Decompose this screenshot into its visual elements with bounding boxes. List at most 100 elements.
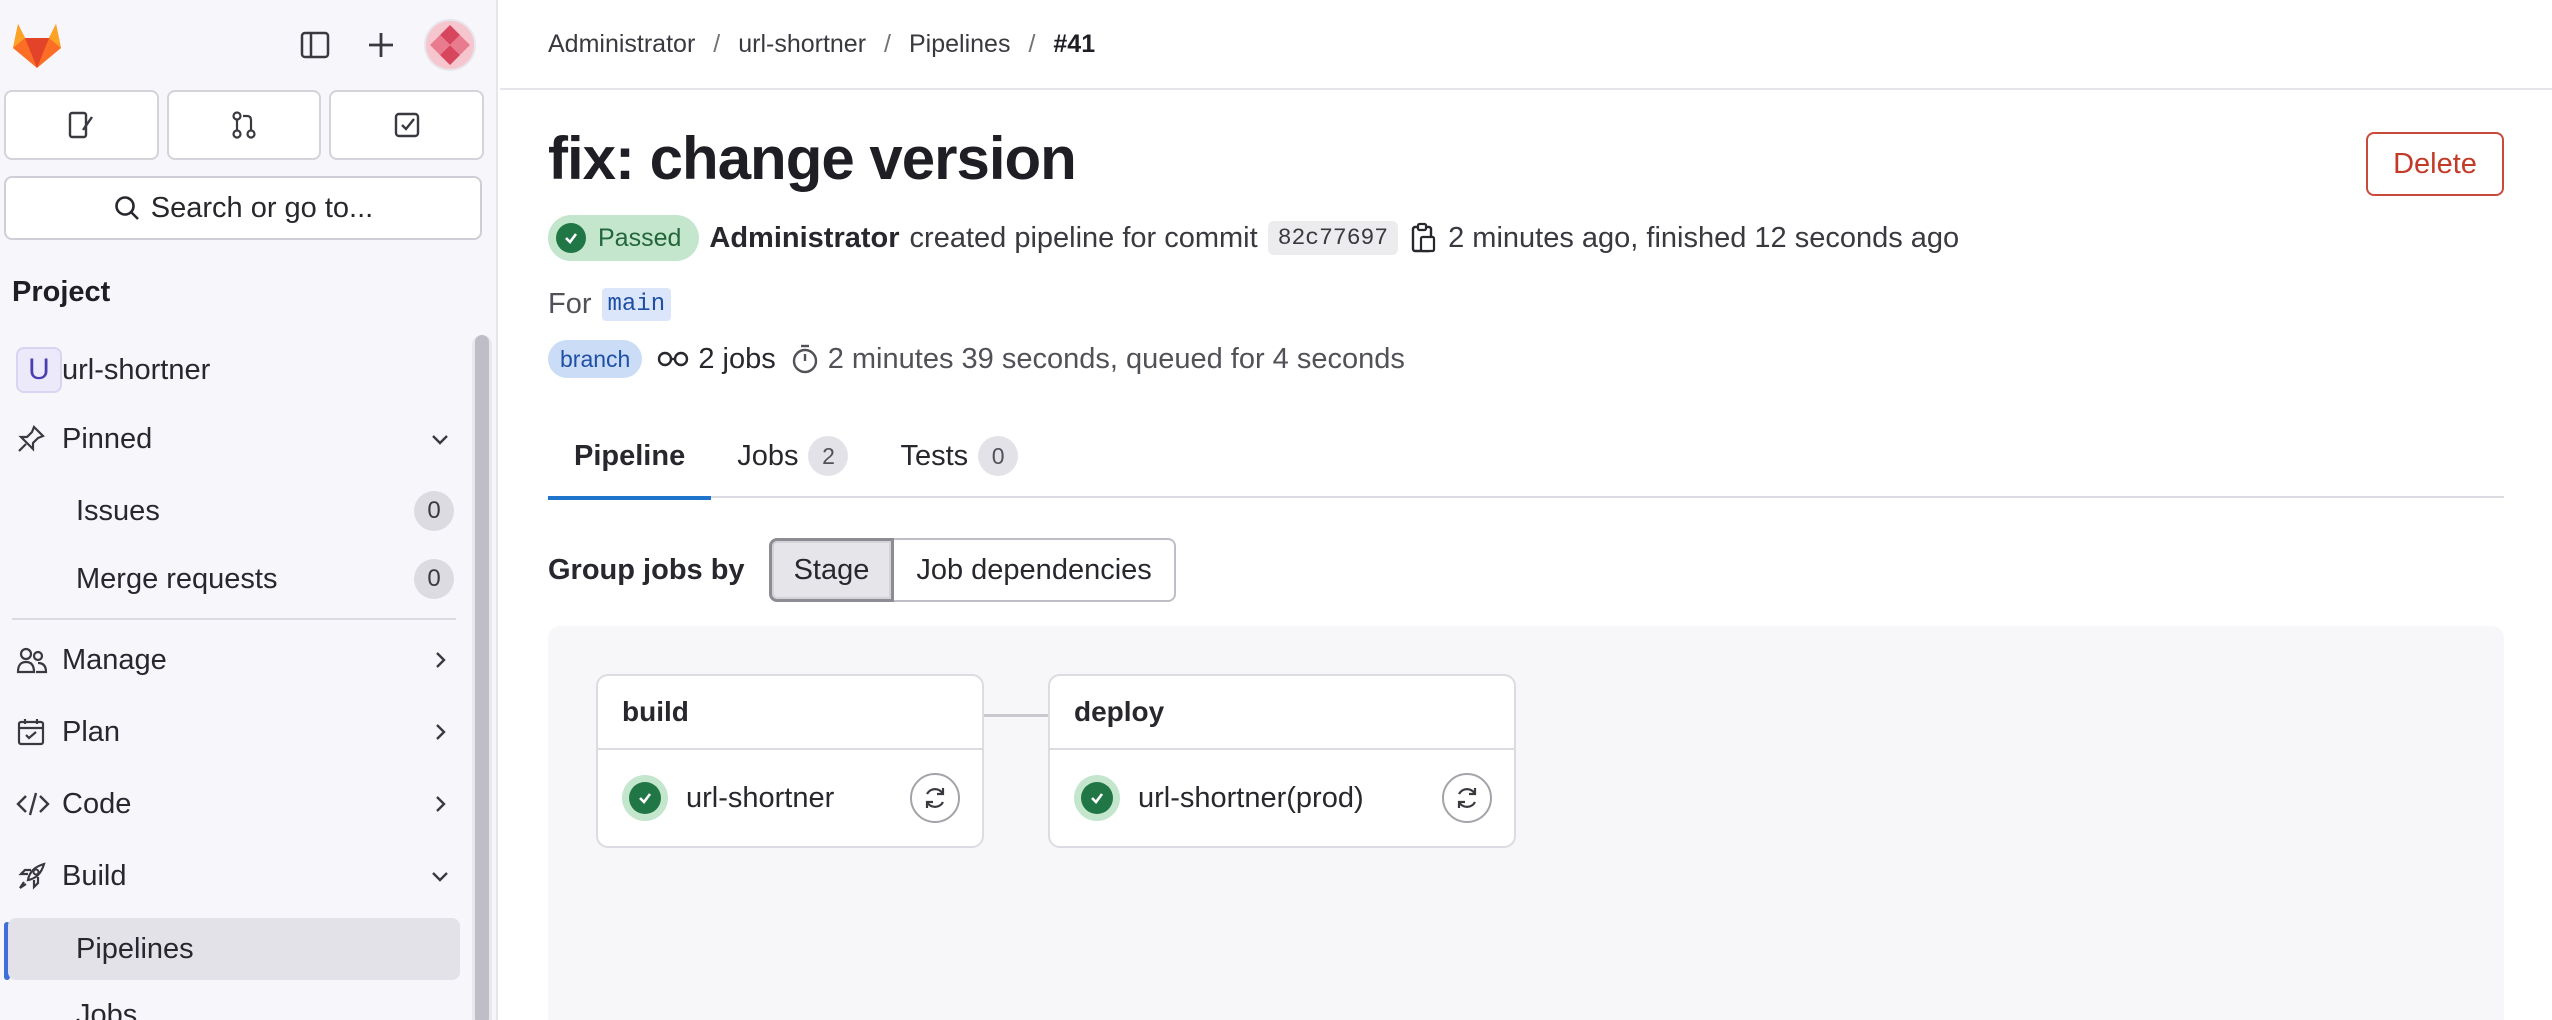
calendar-icon [17, 719, 45, 746]
retry-button[interactable] [910, 773, 960, 823]
sidebar-item-issues[interactable]: Issues 0 [8, 480, 460, 542]
tab-label: Tests [900, 439, 969, 472]
status-badge[interactable]: Passed [548, 215, 700, 261]
pipeline-icon [658, 351, 689, 367]
issues-tab-button[interactable] [4, 90, 159, 160]
todos-tab-button[interactable] [329, 90, 485, 160]
group-by-segmented-control: Stage Job dependencies [768, 538, 1176, 602]
job-item[interactable]: url-shortner(prod) [1050, 750, 1514, 846]
status-text: Passed [598, 223, 682, 252]
sidebar-item-plan[interactable]: Plan [8, 701, 460, 763]
sidebar-item-jobs[interactable]: Jobs [8, 984, 460, 1020]
job-name[interactable]: url-shortner [686, 782, 892, 815]
ref-link[interactable]: main [601, 287, 672, 321]
retry-button[interactable] [1442, 773, 1492, 823]
sidebar-item-label: Pipelines [76, 932, 194, 965]
todo-checkbox-icon [394, 112, 419, 138]
tab-tests[interactable]: Tests 0 [874, 414, 1044, 498]
scrollbar-thumb[interactable] [475, 335, 489, 1020]
stage-build: build url-shortner [596, 674, 984, 848]
stage-title: build [598, 676, 982, 750]
sidebar-item-label: Plan [62, 715, 121, 748]
author-link[interactable]: Administrator [709, 222, 899, 255]
delete-button[interactable]: Delete [2366, 132, 2504, 196]
issues-icon [69, 111, 94, 139]
breadcrumb-current[interactable]: #41 [1053, 30, 1095, 59]
pipeline-info: branch 2 jobs 2 minutes 39 seconds, queu… [548, 338, 1405, 380]
gitlab-logo-icon[interactable] [10, 18, 64, 70]
merge-request-icon [232, 111, 256, 139]
search-icon [114, 196, 139, 220]
sidebar-item-code[interactable]: Code [8, 773, 460, 835]
stage-title: deploy [1050, 676, 1514, 750]
ref-type-badge: branch [548, 340, 643, 378]
sidebar-item-merge-requests[interactable]: Merge requests 0 [8, 548, 460, 610]
breadcrumb-separator: / [713, 29, 721, 58]
plus-icon[interactable] [358, 22, 404, 68]
page-title: fix: change version [548, 125, 1077, 192]
job-status-icon [1074, 775, 1120, 821]
users-icon [16, 647, 48, 674]
sidebar-item-pinned[interactable]: Pinned [8, 408, 460, 470]
jobs-count-text: 2 jobs [698, 342, 776, 375]
search-label: Search or go to... [150, 191, 374, 224]
copy-clipboard-icon[interactable] [1408, 222, 1438, 254]
section-title: Project [12, 276, 111, 308]
created-text: created pipeline for commit [909, 221, 1258, 254]
job-item[interactable]: url-shortner [598, 750, 982, 846]
group-by-stage-button[interactable]: Stage [768, 538, 895, 602]
pin-icon [18, 425, 45, 452]
sidebar-item-label: Build [62, 859, 127, 892]
sidebar-item-label: Pinned [62, 422, 153, 455]
chevron-down-icon [432, 435, 448, 445]
group-jobs-by: Group jobs by Stage Job dependencies [548, 538, 1176, 602]
code-icon [16, 792, 50, 816]
group-jobs-label: Group jobs by [548, 553, 745, 586]
merge-requests-tab-button[interactable] [166, 90, 322, 160]
sidebar: Search or go to... Project U url-shortne… [0, 0, 498, 1020]
breadcrumb-item-pipelines[interactable]: Pipelines [909, 30, 1010, 59]
commit-sha-link[interactable]: 82c77697 [1267, 221, 1399, 255]
sidebar-item-build[interactable]: Build [8, 845, 460, 907]
timer-icon [792, 344, 817, 374]
job-status-icon [622, 775, 668, 821]
breadcrumb-item-administrator[interactable]: Administrator [548, 30, 695, 59]
breadcrumb-separator: / [884, 29, 891, 58]
job-name[interactable]: url-shortner(prod) [1138, 782, 1424, 815]
sidebar-item-manage[interactable]: Manage [8, 629, 460, 691]
stage-connector [984, 714, 1048, 717]
avatar[interactable] [424, 19, 476, 71]
pipeline-time: 2 minutes ago, finished 12 seconds ago [1448, 221, 1960, 254]
rocket-icon [18, 862, 46, 890]
sidebar-scrollbar[interactable] [472, 335, 492, 1020]
sidebar-item-label: Code [62, 787, 132, 820]
tab-pipeline[interactable]: Pipeline [548, 414, 712, 500]
pipeline-tabs: Pipeline Jobs 2 Tests 0 [548, 414, 2504, 500]
check-circle-icon [556, 223, 586, 253]
for-label: For [548, 287, 592, 320]
search-button[interactable]: Search or go to... [4, 176, 482, 240]
issues-count-badge: 0 [414, 491, 454, 531]
ref-line: For main [548, 284, 672, 324]
tab-label: Pipeline [574, 439, 686, 472]
sidebar-item-label: Jobs [76, 998, 138, 1020]
chevron-right-icon [436, 724, 446, 740]
sidebar-item-label: Manage [62, 643, 167, 676]
stage-deploy: deploy url-shortner(prod) [1048, 674, 1516, 848]
tab-jobs[interactable]: Jobs 2 [711, 414, 874, 498]
sidebar-item-pipelines[interactable]: Pipelines [8, 918, 460, 980]
sidebar-divider [12, 618, 456, 620]
sidebar-item-project[interactable]: U url-shortner [8, 339, 460, 401]
sidebar-item-label: Merge requests [76, 562, 278, 595]
retry-icon [1457, 788, 1477, 808]
retry-icon [925, 788, 945, 808]
project-avatar: U [16, 347, 62, 393]
sidebar-toggle-icon[interactable] [292, 22, 338, 68]
tab-count-badge: 0 [978, 436, 1019, 476]
pipeline-meta: Passed Administrator created pipeline fo… [548, 214, 1959, 262]
sidebar-header [0, 0, 496, 90]
tab-label: Jobs [737, 439, 799, 472]
sidebar-item-label: Issues [76, 494, 160, 527]
group-by-dependencies-button[interactable]: Job dependencies [894, 538, 1176, 602]
breadcrumb-item-project[interactable]: url-shortner [738, 30, 866, 59]
